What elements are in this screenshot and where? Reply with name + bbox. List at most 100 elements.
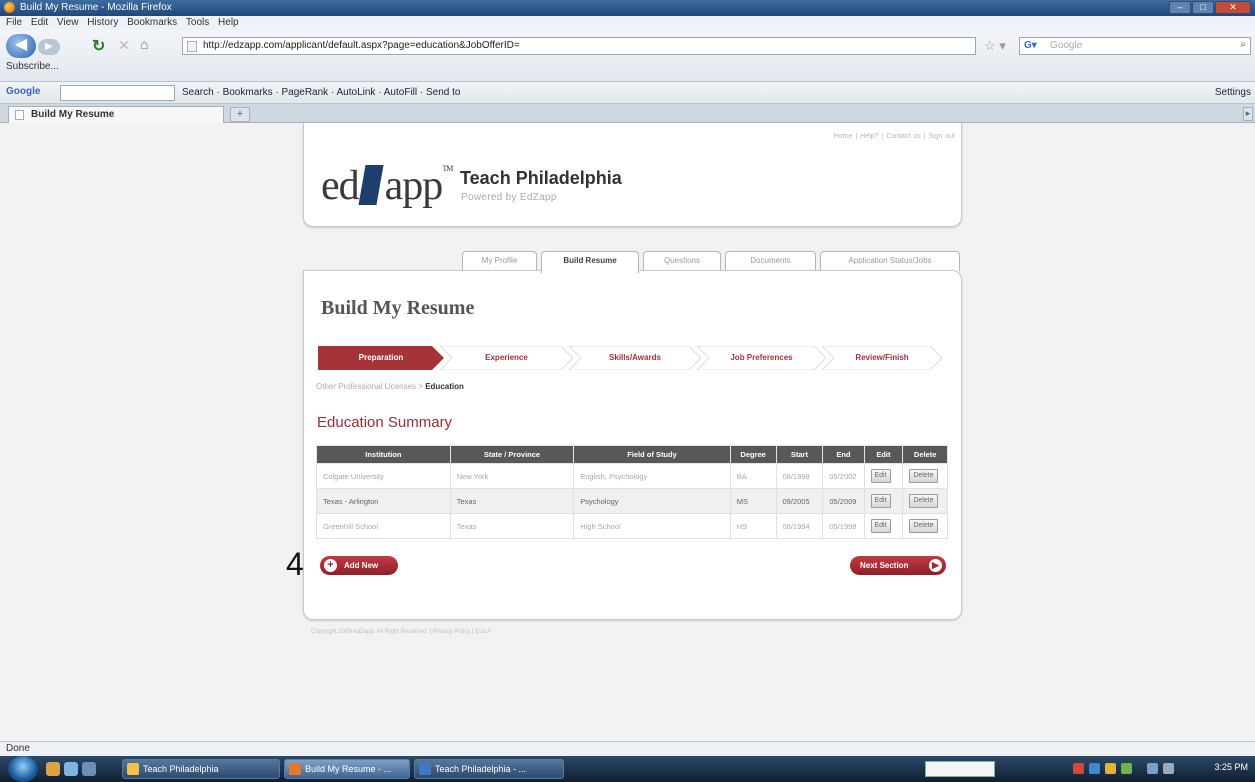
status-text: Done (6, 743, 30, 754)
start-button[interactable] (8, 756, 38, 782)
tray-icon[interactable] (1105, 763, 1116, 774)
edit-button[interactable]: Edit (870, 469, 891, 483)
cell-edit: Edit (863, 463, 904, 489)
step-job-preferences[interactable]: Job Preferences (697, 346, 826, 370)
arrow-right-icon: ▶ (929, 559, 942, 572)
col-institution: Institution (316, 445, 451, 464)
minimize-button[interactable]: – (1169, 1, 1191, 14)
cell-start: 08/1994 (775, 513, 824, 539)
close-button[interactable]: ✕ (1215, 1, 1251, 14)
google-toolbar-tools[interactable]: Search · Bookmarks · PageRank · AutoLink… (182, 87, 460, 98)
step-label: Experience (485, 353, 528, 362)
cell-edit: Edit (863, 488, 904, 514)
cell-state: New York (449, 463, 575, 489)
step-label: Skills/Awards (609, 353, 661, 362)
step-review-finish[interactable]: Review/Finish (822, 346, 942, 370)
taskbar-item[interactable]: Teach Philadelphia - ... (414, 759, 564, 779)
google-toolbar-logo[interactable]: Google (6, 86, 40, 97)
menu-file[interactable]: File (6, 17, 22, 28)
clock[interactable]: 3:25 PM (1214, 762, 1248, 772)
task-app-icon (127, 763, 139, 775)
cell-institution: Colgate University (316, 463, 451, 489)
col-field: Field of Study (573, 445, 731, 464)
search-icon[interactable]: ⌕ (1240, 39, 1246, 50)
menu-edit[interactable]: Edit (31, 17, 48, 28)
tab-list-button[interactable]: ▸ (1243, 107, 1253, 121)
cell-institution: Greenhill School (316, 513, 451, 539)
menu-help[interactable]: Help (218, 17, 239, 28)
step-preparation[interactable]: Preparation (318, 346, 444, 370)
menu-bar: File Edit View History Bookmarks Tools H… (0, 16, 1255, 30)
tab-questions[interactable]: Questions (643, 251, 721, 271)
cell-state: Texas (449, 488, 575, 514)
search-input[interactable]: G▾ Google ⌕ (1019, 37, 1251, 55)
add-new-button[interactable]: + Add New (320, 556, 398, 575)
menu-tools[interactable]: Tools (186, 17, 209, 28)
google-icon: G▾ (1024, 40, 1037, 51)
volume-icon[interactable] (1163, 763, 1174, 774)
cell-start: 08/1998 (775, 463, 824, 489)
network-icon[interactable] (1147, 763, 1158, 774)
top-links[interactable]: Home | Help? | Contact us | Sign out (834, 133, 955, 140)
taskbar-item[interactable]: Build My Resume - ... (284, 759, 410, 779)
menu-history[interactable]: History (87, 17, 118, 28)
window-title: Build My Resume - Mozilla Firefox (20, 2, 172, 13)
bookmark-star-icon[interactable]: ☆ ▾ (984, 38, 1006, 54)
maximize-button[interactable]: □ (1192, 1, 1214, 14)
tab-my-profile[interactable]: My Profile (462, 251, 537, 271)
stop-icon[interactable]: ✕ (118, 37, 130, 54)
table-row: Greenhill School Texas High School HS 08… (316, 513, 948, 539)
google-toolbar: Google Search · Bookmarks · PageRank · A… (0, 82, 1255, 104)
status-bar: Done (0, 741, 1255, 756)
table-row: Colgate University New York English, Psy… (316, 463, 948, 489)
step-label: Preparation (358, 353, 404, 362)
tab-application-status[interactable]: Application Status/Jobs (820, 251, 960, 271)
browser-tab[interactable]: Build My Resume (8, 106, 224, 123)
delete-button[interactable]: Delete (909, 519, 938, 533)
bookmark-subscribe[interactable]: Subscribe... (6, 61, 59, 72)
breadcrumb-separator: > (418, 382, 423, 391)
back-button[interactable]: ◀ (6, 34, 36, 58)
reload-icon[interactable]: ↻ (92, 36, 105, 56)
taskbar-item[interactable]: Teach Philadelphia (122, 759, 280, 779)
cell-delete: Delete (902, 513, 948, 539)
google-toolbar-settings[interactable]: Settings (1215, 87, 1251, 98)
breadcrumb-prev[interactable]: Other Professional Licenses (316, 382, 416, 391)
google-toolbar-search[interactable] (60, 85, 175, 101)
step-experience[interactable]: Experience (440, 346, 573, 370)
delete-button[interactable]: Delete (909, 469, 938, 483)
quicklaunch-ie-icon[interactable] (64, 762, 78, 776)
new-tab-button[interactable]: + (230, 107, 250, 122)
tab-documents[interactable]: Documents (725, 251, 816, 271)
home-icon[interactable]: ⌂ (140, 36, 148, 52)
next-section-label: Next Section (860, 561, 909, 570)
tab-build-resume[interactable]: Build Resume (541, 251, 639, 273)
cell-state: Texas (449, 513, 575, 539)
site-header: ed appTM Teach Philadelphia Powered by Ed… (303, 123, 962, 227)
cell-field: High School (573, 513, 731, 539)
edit-button[interactable]: Edit (870, 519, 891, 533)
browser-tab-label: Build My Resume (31, 109, 115, 120)
navigation-toolbar: ◀ ▶ ↻ ✕ ⌂ http://edzapp.com/applicant/de… (0, 30, 1255, 82)
menu-bookmarks[interactable]: Bookmarks (127, 17, 177, 28)
quicklaunch-desktop-icon[interactable] (82, 762, 96, 776)
step-skills-awards[interactable]: Skills/Awards (569, 346, 701, 370)
cell-delete: Delete (902, 488, 948, 514)
cell-end: 05/1998 (822, 513, 865, 539)
menu-view[interactable]: View (57, 17, 79, 28)
url-bar[interactable]: http://edzapp.com/applicant/default.aspx… (182, 37, 976, 55)
search-placeholder: Google (1050, 40, 1083, 51)
cell-field: English, Psychology (573, 463, 731, 489)
site-subtitle: Powered by EdZapp (461, 192, 557, 203)
delete-button[interactable]: Delete (909, 494, 938, 508)
edzapp-logo[interactable]: ed appTM (321, 165, 453, 208)
tray-icon[interactable] (1073, 763, 1084, 774)
add-new-label: Add New (344, 561, 379, 570)
tray-icon[interactable] (1121, 763, 1132, 774)
desktop-search-box[interactable] (925, 761, 995, 777)
next-section-button[interactable]: Next Section ▶ (850, 556, 946, 575)
quicklaunch-folder-icon[interactable] (46, 762, 60, 776)
tray-icon[interactable] (1089, 763, 1100, 774)
forward-button[interactable]: ▶ (38, 39, 60, 55)
edit-button[interactable]: Edit (870, 494, 891, 508)
